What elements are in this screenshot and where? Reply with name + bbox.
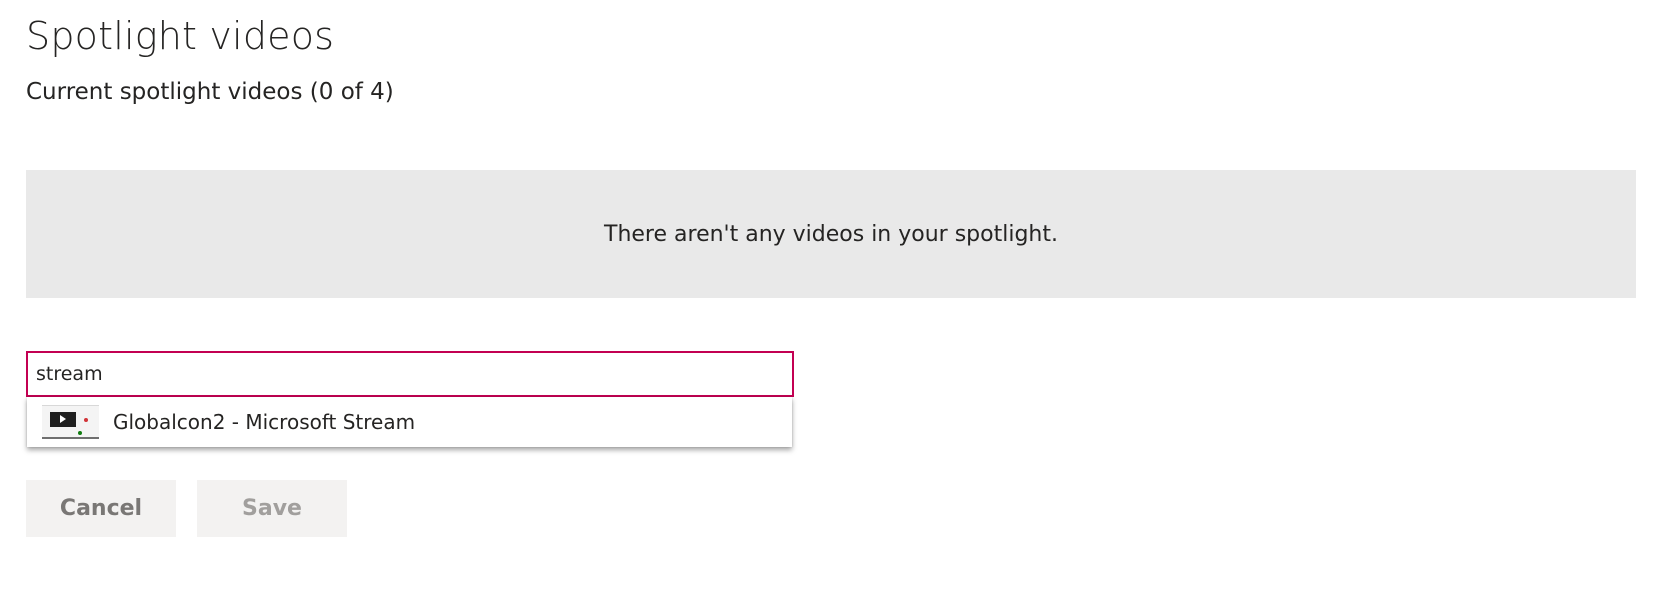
empty-spotlight-message: There aren't any videos in your spotligh… xyxy=(604,221,1058,247)
save-button[interactable]: Save xyxy=(197,480,347,537)
page-title: Spotlight videos xyxy=(26,14,335,58)
suggestion-label: Globalcon2 - Microsoft Stream xyxy=(113,410,416,434)
video-search-box[interactable] xyxy=(26,351,794,397)
cancel-button[interactable]: Cancel xyxy=(26,480,176,537)
empty-spotlight-panel: There aren't any videos in your spotligh… xyxy=(26,170,1636,298)
suggestion-item[interactable]: Globalcon2 - Microsoft Stream xyxy=(27,397,792,447)
video-thumbnail-icon xyxy=(42,405,99,439)
search-suggestions-list: Globalcon2 - Microsoft Stream xyxy=(27,397,792,447)
spotlight-count-subtitle: Current spotlight videos (0 of 4) xyxy=(26,79,394,105)
video-search-input[interactable] xyxy=(28,353,792,395)
